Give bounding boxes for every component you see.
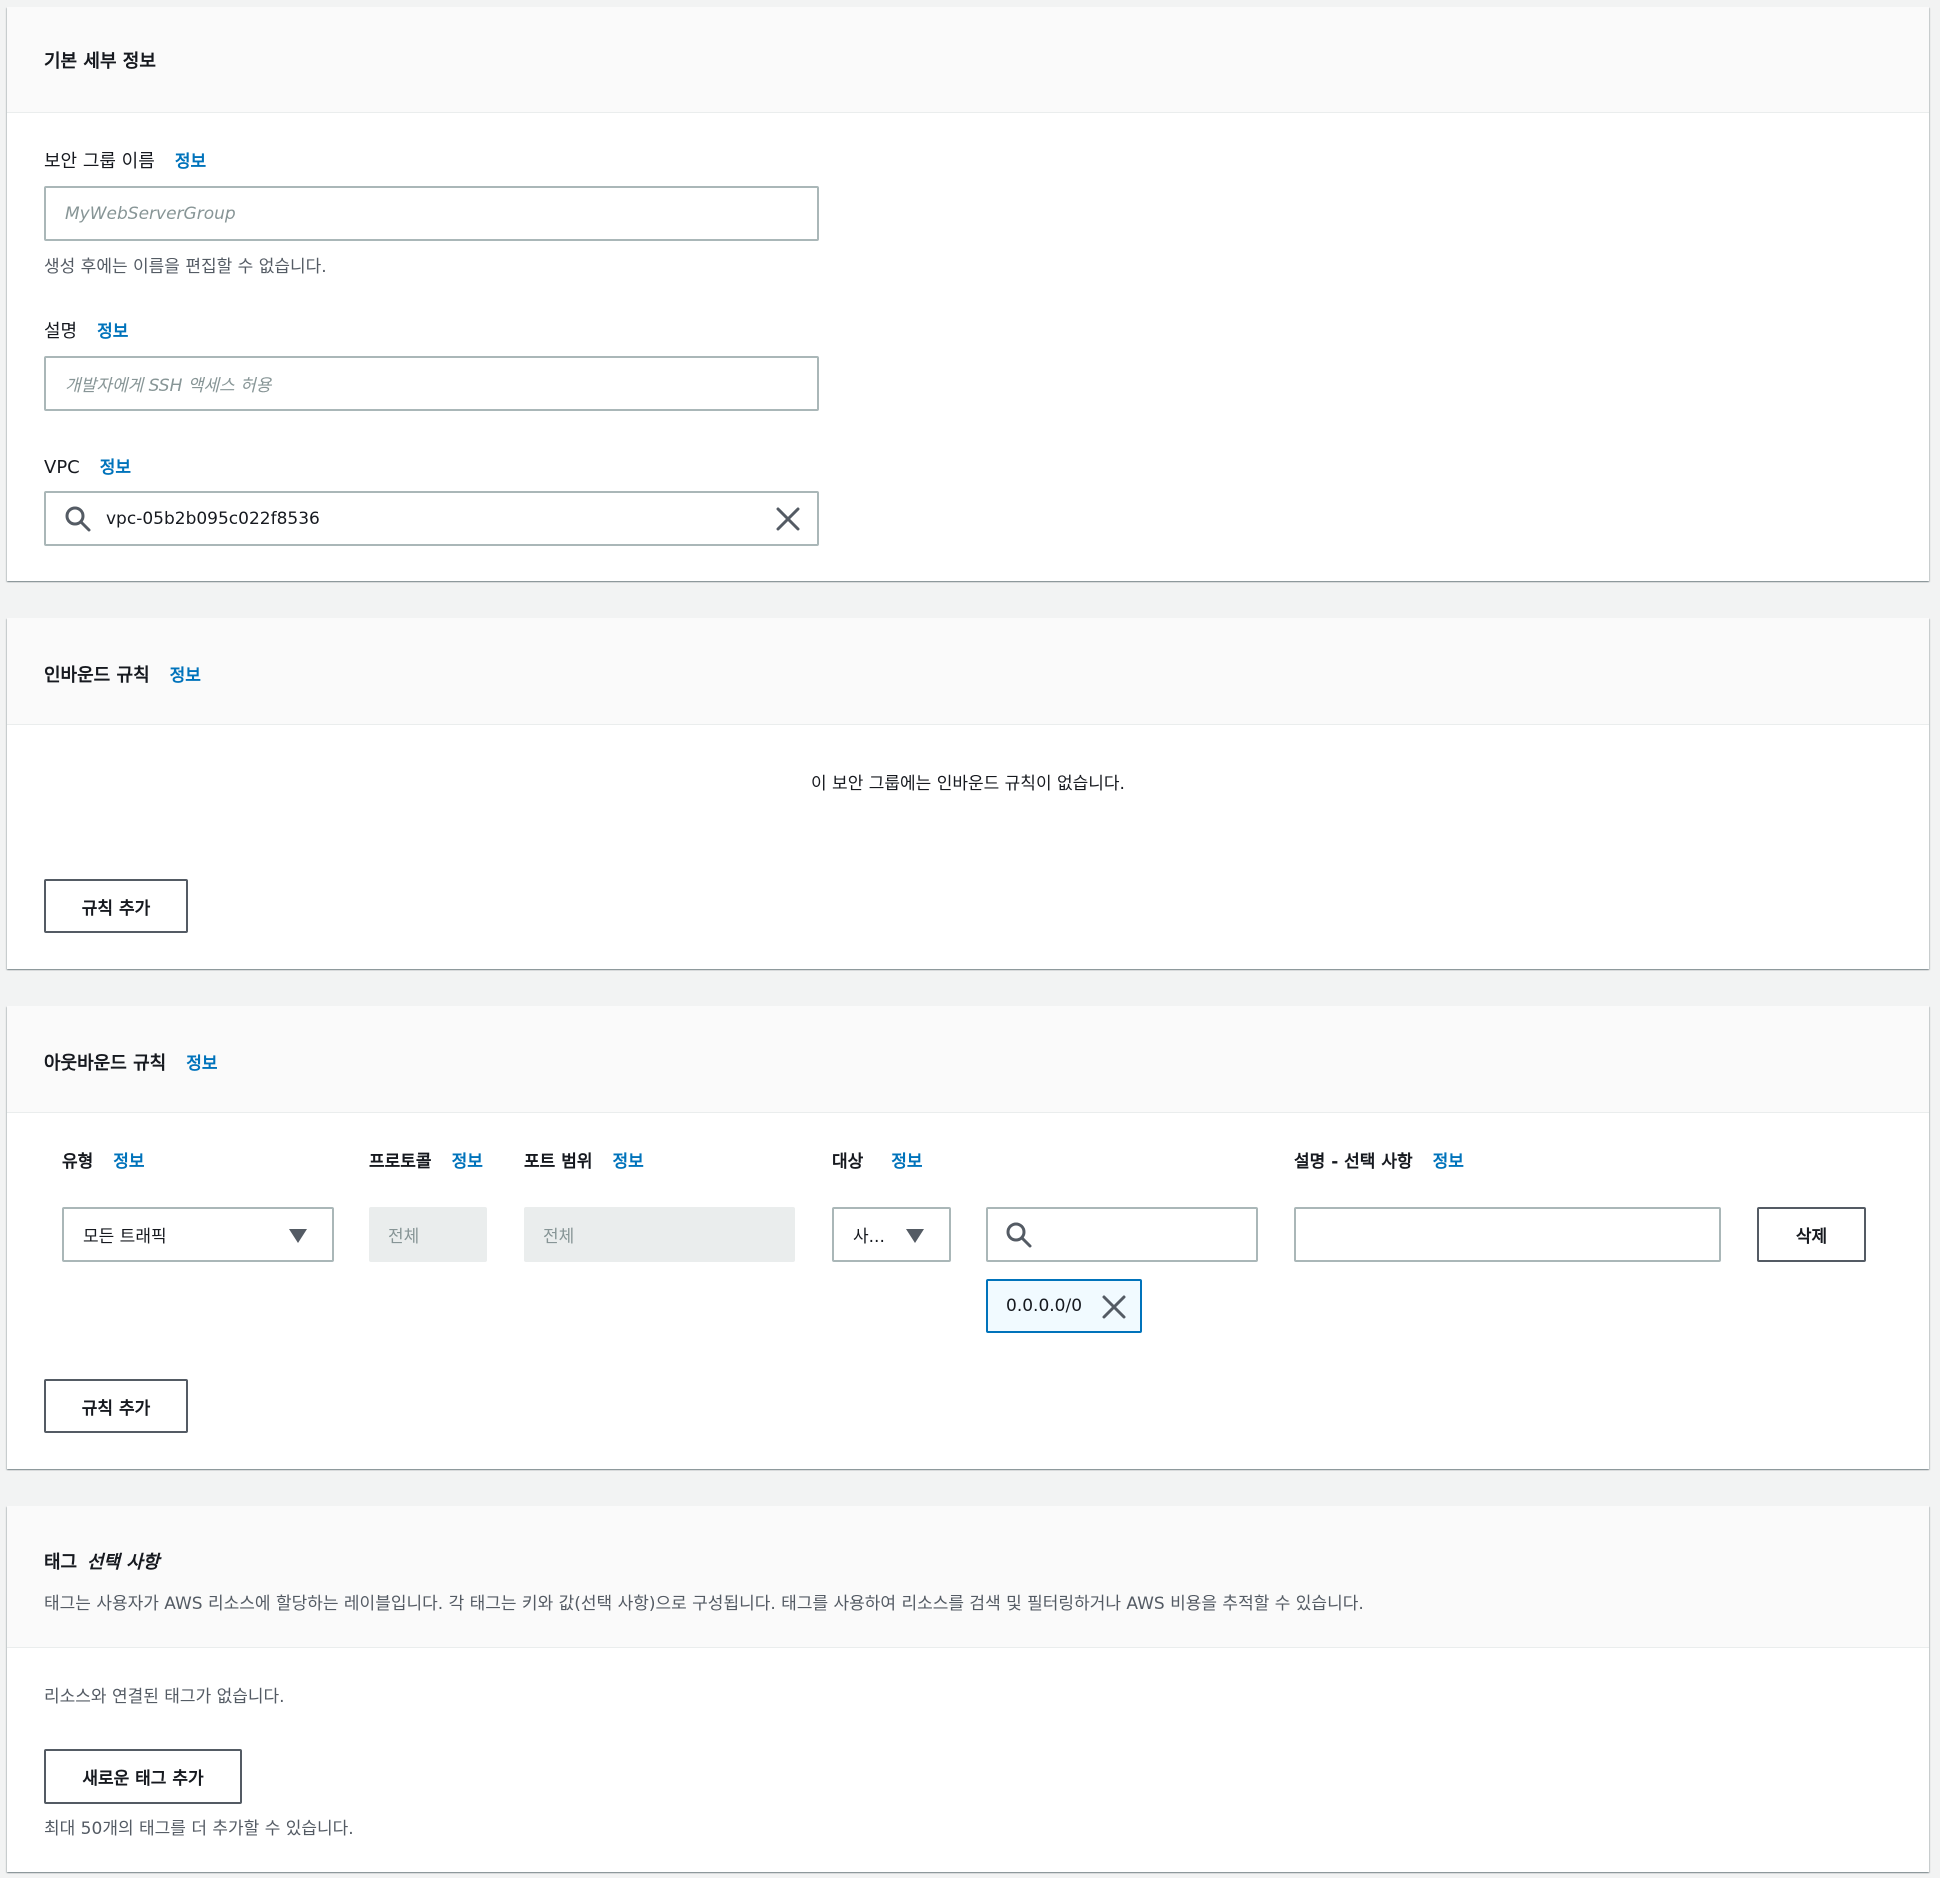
vpc-label-row: VPC 정보 <box>44 453 131 478</box>
basic-details-header: 기본 세부 정보 <box>7 7 1929 113</box>
destination-type-select[interactable]: 사... <box>832 1207 951 1262</box>
sg-name-label: 보안 그룹 이름 <box>44 151 155 172</box>
col-type-info-link[interactable]: 정보 <box>113 1152 144 1172</box>
outbound-title-row: 아웃바운드 규칙 정보 <box>44 1049 217 1075</box>
tags-title: 태그 <box>44 1552 78 1573</box>
inbound-add-rule-button[interactable]: 규칙 추가 <box>44 879 188 933</box>
col-protocol-info-link[interactable]: 정보 <box>452 1152 483 1172</box>
sg-name-hint: 생성 후에는 이름을 편집할 수 없습니다. <box>44 257 327 277</box>
protocol-input: 전체 <box>369 1207 487 1262</box>
outbound-info-link[interactable]: 정보 <box>186 1054 217 1074</box>
col-description-header: 설명 - 선택 사항 정보 <box>1294 1147 1464 1172</box>
desc-label-row: 설명 정보 <box>44 317 128 343</box>
remove-token-icon[interactable] <box>1101 1294 1127 1320</box>
col-protocol-header: 프로토콜 정보 <box>369 1147 483 1172</box>
tags-panel: 태그 선택 사항 태그는 사용자가 AWS 리소스에 할당하는 레이블입니다. … <box>7 1506 1929 1872</box>
vpc-select[interactable]: vpc-05b2b095c022f8536 <box>44 491 819 546</box>
tags-header: 태그 선택 사항 태그는 사용자가 AWS 리소스에 할당하는 레이블입니다. … <box>7 1506 1929 1648</box>
vpc-label: VPC <box>44 457 80 478</box>
inbound-empty-message: 이 보안 그룹에는 인바운드 규칙이 없습니다. <box>811 774 1125 794</box>
sg-name-label-row: 보안 그룹 이름 정보 <box>44 147 206 173</box>
desc-info-link[interactable]: 정보 <box>97 322 128 342</box>
caret-down-icon <box>905 1228 925 1244</box>
inbound-title: 인바운드 규칙 <box>44 665 150 686</box>
col-destination-info-link[interactable]: 정보 <box>891 1152 922 1172</box>
clear-icon[interactable] <box>775 506 801 532</box>
col-description-info-link[interactable]: 정보 <box>1433 1152 1464 1172</box>
caret-down-icon <box>288 1228 308 1244</box>
outbound-add-rule-button[interactable]: 규칙 추가 <box>44 1379 188 1433</box>
col-destination-label: 대상 <box>832 1152 864 1172</box>
col-type-label: 유형 <box>62 1152 94 1172</box>
inbound-info-link[interactable]: 정보 <box>170 666 201 686</box>
destination-token: 0.0.0.0/0 <box>986 1279 1142 1333</box>
search-icon <box>1005 1221 1033 1249</box>
port-range-input: 전체 <box>524 1207 795 1262</box>
outbound-title: 아웃바운드 규칙 <box>44 1053 167 1074</box>
col-destination-header: 대상 정보 <box>832 1147 923 1172</box>
destination-search-input[interactable] <box>986 1207 1258 1262</box>
inbound-rules-panel: 인바운드 규칙 정보 이 보안 그룹에는 인바운드 규칙이 없습니다. 규칙 추가 <box>7 618 1929 969</box>
vpc-value: vpc-05b2b095c022f8536 <box>106 508 320 529</box>
inbound-rules-header: 인바운드 규칙 정보 <box>7 618 1929 725</box>
sg-name-placeholder: MyWebServerGroup <box>65 203 236 224</box>
basic-details-panel: 기본 세부 정보 보안 그룹 이름 정보 MyWebServerGroup 생성 … <box>7 7 1929 581</box>
tags-description: 태그는 사용자가 AWS 리소스에 할당하는 레이블입니다. 각 태그는 키와 … <box>44 1594 1364 1614</box>
col-type-header: 유형 정보 <box>62 1147 145 1172</box>
tags-title-row: 태그 선택 사항 <box>44 1548 159 1574</box>
col-protocol-label: 프로토콜 <box>369 1152 432 1172</box>
type-select[interactable]: 모든 트래픽 <box>62 1207 334 1262</box>
rule-description-input[interactable] <box>1294 1207 1721 1262</box>
desc-placeholder: 개발자에게 SSH 액세스 허용 <box>65 376 272 396</box>
desc-input[interactable]: 개발자에게 SSH 액세스 허용 <box>44 356 819 411</box>
vpc-info-link[interactable]: 정보 <box>100 458 131 478</box>
delete-rule-button[interactable]: 삭제 <box>1757 1207 1866 1262</box>
col-port-info-link[interactable]: 정보 <box>612 1152 643 1172</box>
inbound-title-row: 인바운드 규칙 정보 <box>44 661 201 687</box>
col-port-header: 포트 범위 정보 <box>524 1147 644 1172</box>
sg-name-info-link[interactable]: 정보 <box>175 152 206 172</box>
desc-label: 설명 <box>44 321 78 342</box>
outbound-rules-header: 아웃바운드 규칙 정보 <box>7 1006 1929 1113</box>
tags-title-optional: 선택 사항 <box>86 1552 160 1573</box>
search-icon <box>64 505 92 533</box>
destination-token-label: 0.0.0.0/0 <box>1006 1296 1083 1316</box>
type-select-value: 모든 트래픽 <box>83 1227 167 1247</box>
add-new-tag-button[interactable]: 새로운 태그 추가 <box>44 1749 242 1804</box>
col-port-label: 포트 범위 <box>524 1152 593 1172</box>
col-description-label: 설명 - 선택 사항 <box>1294 1152 1413 1172</box>
sg-name-input[interactable]: MyWebServerGroup <box>44 186 819 241</box>
destination-type-value: 사... <box>853 1227 885 1247</box>
tags-limit-hint: 최대 50개의 태그를 더 추가할 수 있습니다. <box>44 1819 354 1839</box>
tags-empty-message: 리소스와 연결된 태그가 없습니다. <box>44 1687 285 1707</box>
outbound-rules-panel: 아웃바운드 규칙 정보 유형 정보 프로토콜 정보 포트 범위 정보 대상 정보 설명 -… <box>7 1006 1929 1469</box>
basic-details-title: 기본 세부 정보 <box>44 51 156 72</box>
